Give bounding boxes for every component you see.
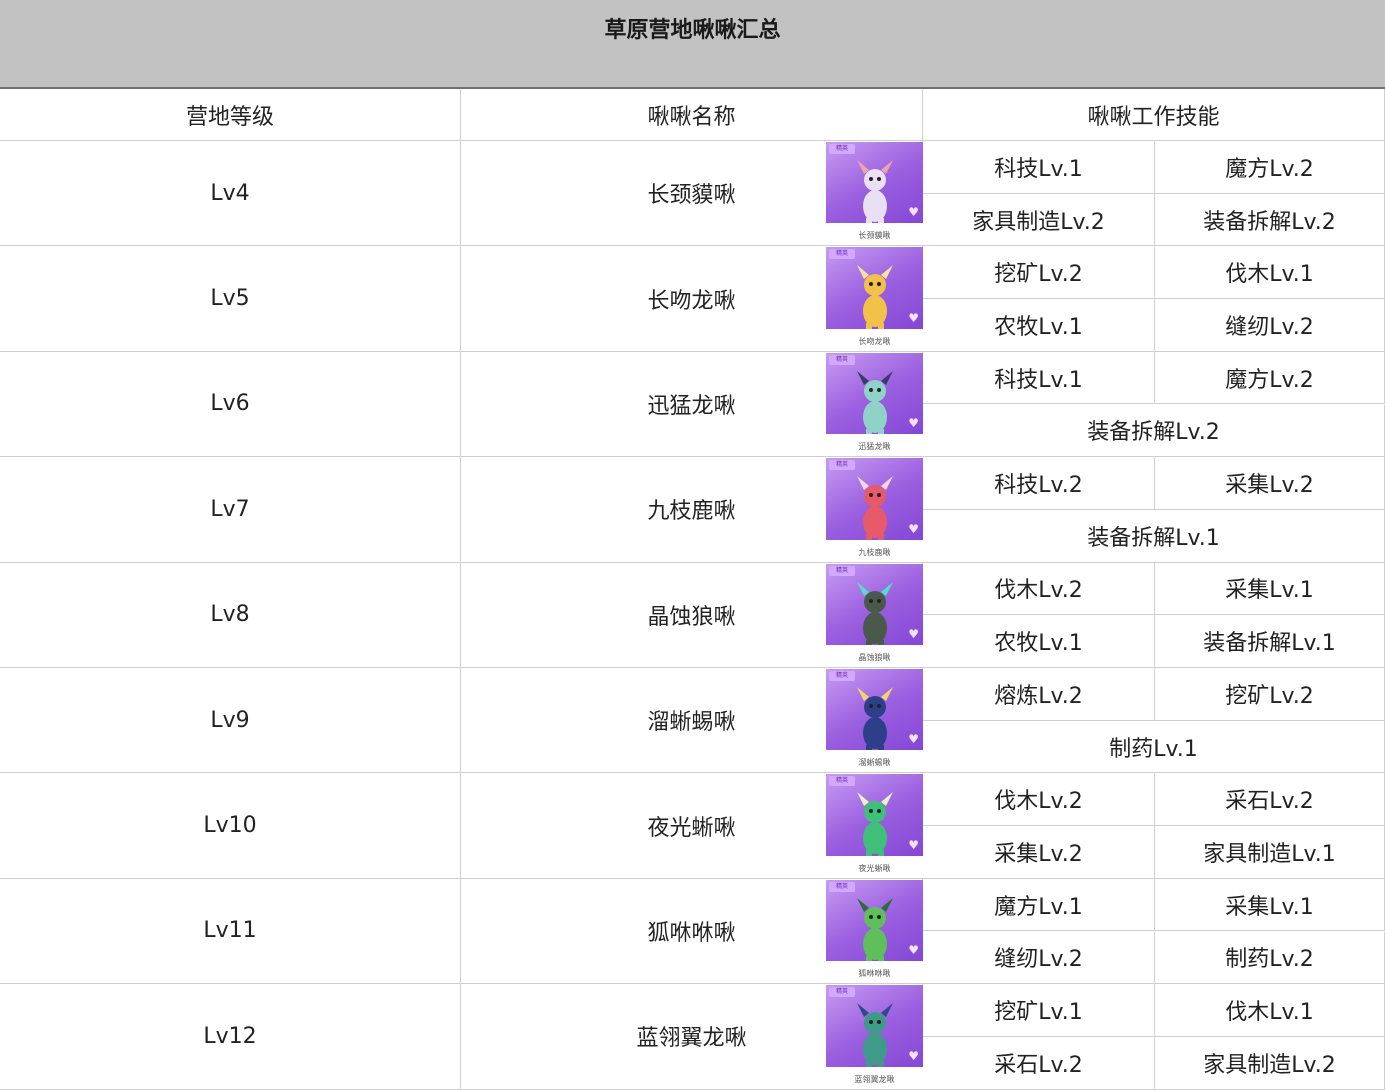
elite-badge: 精英 xyxy=(829,249,855,260)
creature-portrait: 精英 ♥ 夜光蜥啾 xyxy=(826,774,923,878)
skill-cell: 采集Lv.1 xyxy=(1155,878,1385,932)
creature-figure-icon xyxy=(845,999,905,1075)
elite-badge: 精英 xyxy=(829,565,855,576)
portrait-caption: 晶蚀狼啾 xyxy=(858,652,891,662)
elite-badge: 精英 xyxy=(829,987,855,998)
creature-portrait: 精英 ♥ 狐咻咻啾 xyxy=(826,879,923,984)
skill-cell: 挖矿Lv.2 xyxy=(1155,668,1385,721)
skill-cell: 挖矿Lv.1 xyxy=(923,984,1155,1037)
skill-cell: 科技Lv.1 xyxy=(923,351,1155,405)
header-name: 啾啾名称 xyxy=(461,89,923,141)
row-level: Lv9 xyxy=(0,668,461,774)
heart-icon: ♥ xyxy=(908,837,919,852)
skill-cell: 采集Lv.2 xyxy=(1155,457,1385,510)
skill-cell: 科技Lv.2 xyxy=(923,457,1155,510)
skill-cell: 采集Lv.2 xyxy=(923,826,1155,879)
skill-cell: 家具制造Lv.2 xyxy=(923,193,1155,247)
creature-figure-icon xyxy=(845,156,905,232)
skill-cell: 挖矿Lv.2 xyxy=(923,246,1155,300)
heart-icon: ♥ xyxy=(908,310,919,325)
skill-cell: 伐木Lv.1 xyxy=(1155,246,1385,300)
header-skills: 啾啾工作技能 xyxy=(923,89,1385,141)
creature-portrait: 精英 ♥ 长颈貘啾 xyxy=(826,142,923,246)
title-bar: 草原营地啾啾汇总 xyxy=(0,0,1385,89)
elite-badge: 精英 xyxy=(829,671,855,681)
portrait-caption: 夜光蜥啾 xyxy=(858,863,891,873)
portrait-caption: 迅猛龙啾 xyxy=(858,442,891,452)
skill-cell: 装备拆解Lv.1 xyxy=(1155,615,1385,668)
row-level: Lv6 xyxy=(0,351,461,458)
creature-figure-icon xyxy=(845,472,905,548)
creature-figure-icon xyxy=(845,788,905,864)
creature-portrait: 精英 ♥ 长吻龙啾 xyxy=(826,247,923,351)
heart-icon: ♥ xyxy=(908,1048,919,1063)
row-level: Lv11 xyxy=(0,878,461,985)
skill-cell: 魔方Lv.2 xyxy=(1155,141,1385,194)
skill-cell: 装备拆解Lv.2 xyxy=(1155,193,1385,247)
elite-badge: 精英 xyxy=(829,144,855,154)
skill-cell: 伐木Lv.1 xyxy=(1155,984,1385,1037)
skill-cell: 缝纫Lv.2 xyxy=(923,931,1155,985)
skill-cell: 魔方Lv.1 xyxy=(923,878,1155,932)
page-title: 草原营地啾啾汇总 xyxy=(604,18,781,43)
row-level: Lv7 xyxy=(0,457,461,563)
skill-cell: 科技Lv.1 xyxy=(923,141,1155,194)
elite-badge: 精英 xyxy=(829,354,855,365)
creature-portrait: 精英 ♥ 晶蚀狼啾 xyxy=(826,563,923,667)
portrait-caption: 狐咻咻啾 xyxy=(858,969,891,979)
skill-cell: 农牧Lv.1 xyxy=(923,615,1155,668)
creature-figure-icon xyxy=(845,894,905,970)
skill-cell: 采石Lv.2 xyxy=(1155,773,1385,827)
portrait-caption: 溜蜥蜴啾 xyxy=(858,758,891,768)
skill-cell: 家具制造Lv.1 xyxy=(1155,826,1385,879)
skill-cell: 魔方Lv.2 xyxy=(1155,351,1385,405)
row-level: Lv4 xyxy=(0,141,461,247)
creature-figure-icon xyxy=(845,578,905,654)
summary-table: 营地等级 啾啾名称 啾啾工作技能 Lv4 长颈貘啾 精英 ♥ 长颈貘啾 科技Lv.1 魔方Lv.2… xyxy=(0,89,1385,1090)
row-level: Lv8 xyxy=(0,562,461,668)
skill-cell: 熔炼Lv.2 xyxy=(923,668,1155,721)
elite-badge: 精英 xyxy=(829,776,855,787)
row-level: Lv10 xyxy=(0,773,461,879)
creature-portrait: 精英 ♥ 溜蜥蜴啾 xyxy=(826,669,923,773)
heart-icon: ♥ xyxy=(908,626,919,641)
heart-icon: ♥ xyxy=(908,205,919,220)
heart-icon: ♥ xyxy=(908,732,919,747)
portrait-caption: 九枝鹿啾 xyxy=(858,547,891,557)
skill-cell: 装备拆解Lv.2 xyxy=(923,404,1385,458)
creature-portrait: 精英 ♥ 九枝鹿啾 xyxy=(826,458,923,562)
creature-figure-icon xyxy=(845,683,905,759)
row-level: Lv5 xyxy=(0,246,461,352)
creature-portrait: 精英 ♥ 蓝翎翼龙啾 xyxy=(826,985,923,1089)
elite-badge: 精英 xyxy=(829,881,855,892)
skill-cell: 缝纫Lv.2 xyxy=(1155,299,1385,352)
skill-cell: 伐木Lv.2 xyxy=(923,562,1155,616)
portrait-caption: 蓝翎翼龙啾 xyxy=(854,1074,895,1084)
skill-cell: 伐木Lv.2 xyxy=(923,773,1155,827)
creature-figure-icon xyxy=(845,261,905,337)
heart-icon: ♥ xyxy=(908,943,919,958)
skill-cell: 农牧Lv.1 xyxy=(923,299,1155,352)
skill-cell: 装备拆解Lv.1 xyxy=(923,509,1385,563)
elite-badge: 精英 xyxy=(829,460,855,471)
row-level: Lv12 xyxy=(0,984,461,1090)
heart-icon: ♥ xyxy=(908,521,919,536)
creature-portrait: 精英 ♥ 迅猛龙啾 xyxy=(826,352,923,457)
portrait-caption: 长吻龙啾 xyxy=(858,336,891,346)
skill-cell: 制药Lv.1 xyxy=(923,720,1385,774)
portrait-caption: 长颈貘啾 xyxy=(858,231,891,241)
skill-cell: 家具制造Lv.2 xyxy=(1155,1036,1385,1090)
heart-icon: ♥ xyxy=(908,416,919,431)
skill-cell: 采集Lv.1 xyxy=(1155,562,1385,616)
creature-figure-icon xyxy=(845,367,905,443)
skill-cell: 制药Lv.2 xyxy=(1155,931,1385,985)
header-level: 营地等级 xyxy=(0,89,461,141)
skill-cell: 采石Lv.2 xyxy=(923,1036,1155,1090)
